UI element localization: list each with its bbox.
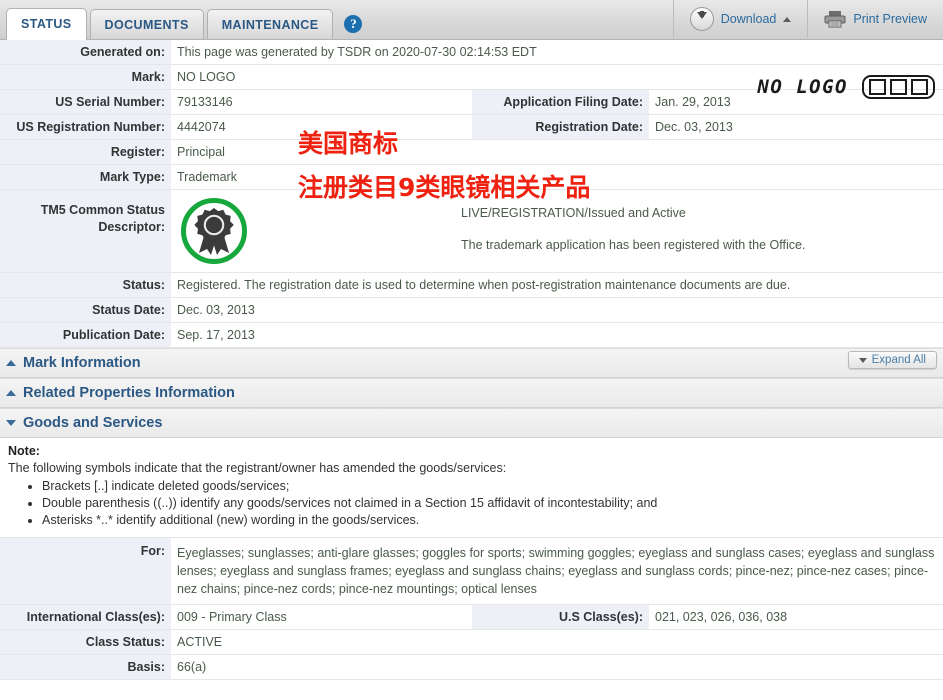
section-related-properties-label: Related Properties Information [23,385,235,401]
row-registration: US Registration Number: 4442074 Registra… [0,115,943,140]
download-icon [689,7,714,31]
section-goods-and-services[interactable]: Goods and Services [0,408,943,438]
international-class-label: International Class(es): [0,605,171,629]
print-preview-button[interactable]: Print Preview [807,0,943,38]
tm5-label: TM5 Common Status Descriptor: [0,190,171,272]
goods-note: Note: The following symbols indicate tha… [0,438,943,537]
award-ribbon-icon [181,198,247,264]
list-item: Double parenthesis ((..)) identify any g… [42,496,935,510]
tm5-status-line: LIVE/REGISTRATION/Issued and Active [461,206,686,220]
class-status-value: ACTIVE [171,630,943,654]
summary-table: Generated on: This page was generated by… [0,40,943,348]
row-tm5-common-status: TM5 Common Status Descriptor: LIVE/REGIS… [0,190,943,273]
help-icon[interactable]: ? [344,15,363,33]
download-button[interactable]: Download [672,0,808,38]
row-serial-and-filing: US Serial Number: 79133146 Application F… [0,90,943,115]
row-classes: International Class(es): 009 - Primary C… [0,605,943,630]
printer-icon [824,10,846,28]
row-register: Register: Principal [0,140,943,165]
basis-value: 66(a) [171,655,943,679]
tm5-label-line1: TM5 Common Status [40,203,165,217]
us-class-value: 021, 023, 026, 036, 038 [649,605,943,629]
download-label: Download [720,12,777,26]
registration-date-label: Registration Date: [472,115,649,139]
section-goods-and-services-label: Goods and Services [23,415,163,431]
section-mark-information-label: Mark Information [23,355,141,371]
row-mark: Mark: NO LOGO [0,65,943,90]
chevron-down-icon [6,420,16,426]
tsdr-status-page: STATUS DOCUMENTS MAINTENANCE ? Download [0,0,943,700]
international-class-value: 009 - Primary Class [171,605,472,629]
publication-date-value: Sep. 17, 2013 [171,323,943,347]
status-value: Registered. The registration date is use… [171,273,943,297]
for-value: Eyeglasses; sunglasses; anti-glare glass… [171,538,943,604]
status-date-value: Dec. 03, 2013 [171,298,943,322]
row-generated-on: Generated on: This page was generated by… [0,40,943,65]
expand-all-label: Expand All [871,354,926,366]
row-mark-type: Mark Type: Trademark [0,165,943,190]
note-bullet-list: Brackets [..] indicate deleted goods/ser… [8,479,935,527]
generated-on-value: This page was generated by TSDR on 2020-… [171,40,943,64]
us-serial-number-label: US Serial Number: [0,90,171,114]
chevron-up-icon [783,16,792,22]
registration-date-value: Dec. 03, 2013 [649,115,943,139]
tm5-status-description: The trademark application has been regis… [461,238,806,252]
us-class-label: U.S Class(es): [472,605,649,629]
mark-value: NO LOGO [171,65,943,89]
row-class-status: Class Status: ACTIVE [0,630,943,655]
toolbar: Download Print Preview [672,0,943,38]
status-date-label: Status Date: [0,298,171,322]
tab-status[interactable]: STATUS [6,8,87,40]
for-label: For: [0,538,171,604]
mark-type-label: Mark Type: [0,165,171,189]
row-status-date: Status Date: Dec. 03, 2013 [0,298,943,323]
row-status: Status: Registered. The registration dat… [0,273,943,298]
register-label: Register: [0,140,171,164]
tab-bar: STATUS DOCUMENTS MAINTENANCE ? Download [0,0,943,40]
chevron-down-icon [858,357,867,363]
print-preview-label: Print Preview [853,12,927,26]
tab-documents[interactable]: DOCUMENTS [89,9,204,39]
generated-on-label: Generated on: [0,40,171,64]
application-filing-date-label: Application Filing Date: [472,90,649,114]
chevron-up-icon [6,360,16,366]
register-value: Principal [171,140,943,164]
section-related-properties[interactable]: Related Properties Information [0,378,943,408]
us-registration-number-value: 4442074 [171,115,472,139]
tm5-label-line2: Descriptor: [98,220,165,234]
expand-all-button[interactable]: Expand All [847,351,937,369]
tm5-body: LIVE/REGISTRATION/Issued and Active The … [171,190,943,272]
basis-label: Basis: [0,655,171,679]
note-title: Note: [8,444,40,458]
row-basis: Basis: 66(a) [0,655,943,680]
class-status-label: Class Status: [0,630,171,654]
list-item: Asterisks *..* identify additional (new)… [42,513,935,527]
note-intro: The following symbols indicate that the … [8,461,507,475]
us-serial-number-value: 79133146 [171,90,472,114]
publication-date-label: Publication Date: [0,323,171,347]
tm5-seal-wrap [171,198,461,264]
mark-label: Mark: [0,65,171,89]
row-for: For: Eyeglasses; sunglasses; anti-glare … [0,537,943,605]
chevron-up-icon [6,390,16,396]
list-item: Brackets [..] indicate deleted goods/ser… [42,479,935,493]
tab-maintenance[interactable]: MAINTENANCE [206,9,334,39]
status-label: Status: [0,273,171,297]
section-mark-information[interactable]: Mark Information Expand All [0,348,943,378]
mark-type-value: Trademark [171,165,943,189]
application-filing-date-value: Jan. 29, 2013 [649,90,943,114]
us-registration-number-label: US Registration Number: [0,115,171,139]
row-publication-date: Publication Date: Sep. 17, 2013 [0,323,943,348]
tm5-texts: LIVE/REGISTRATION/Issued and Active The … [461,198,943,252]
